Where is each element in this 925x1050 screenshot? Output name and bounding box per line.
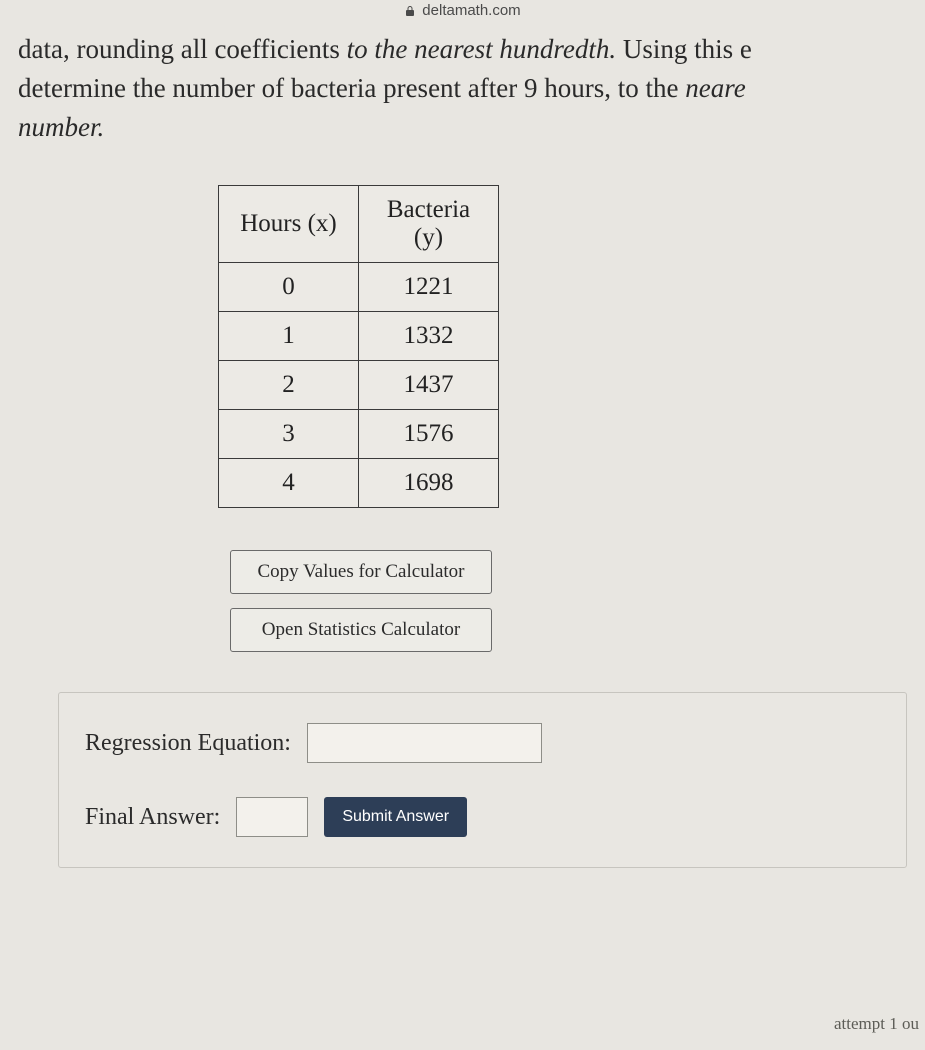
cell-y: 1698: [359, 459, 499, 508]
table-row: 0 1221: [219, 263, 499, 312]
cell-y: 1437: [359, 361, 499, 410]
copy-values-button[interactable]: Copy Values for Calculator: [230, 550, 492, 594]
cell-y: 1221: [359, 263, 499, 312]
url-text: deltamath.com: [422, 2, 520, 19]
col-header-bacteria: Bacteria (y): [359, 186, 499, 263]
cell-x: 1: [219, 312, 359, 361]
table-row: 2 1437: [219, 361, 499, 410]
col-header-hours: Hours (x): [219, 186, 359, 263]
cell-x: 4: [219, 459, 359, 508]
table-row: 1 1332: [219, 312, 499, 361]
cell-y: 1576: [359, 410, 499, 459]
final-answer-input[interactable]: [236, 797, 308, 837]
table-header-row: Hours (x) Bacteria (y): [219, 186, 499, 263]
open-statistics-button[interactable]: Open Statistics Calculator: [230, 608, 492, 652]
submit-answer-button[interactable]: Submit Answer: [324, 797, 467, 837]
cell-x: 3: [219, 410, 359, 459]
final-answer-label: Final Answer:: [85, 804, 220, 831]
table-row: 3 1576: [219, 410, 499, 459]
answer-panel: Regression Equation: Final Answer: Submi…: [58, 692, 907, 868]
lock-icon: [404, 5, 416, 17]
regression-label: Regression Equation:: [85, 730, 291, 757]
table-row: 4 1698: [219, 459, 499, 508]
cell-x: 2: [219, 361, 359, 410]
page-content: data, rounding all coefficients to the n…: [0, 0, 925, 868]
attempt-counter: attempt 1 ou: [834, 1014, 919, 1034]
cell-y: 1332: [359, 312, 499, 361]
data-table: Hours (x) Bacteria (y) 0 1221 1 1332 2 1…: [218, 185, 499, 508]
question-text: data, rounding all coefficients to the n…: [18, 30, 907, 147]
regression-input[interactable]: [307, 723, 542, 763]
cell-x: 0: [219, 263, 359, 312]
url-bar: deltamath.com: [0, 2, 925, 19]
